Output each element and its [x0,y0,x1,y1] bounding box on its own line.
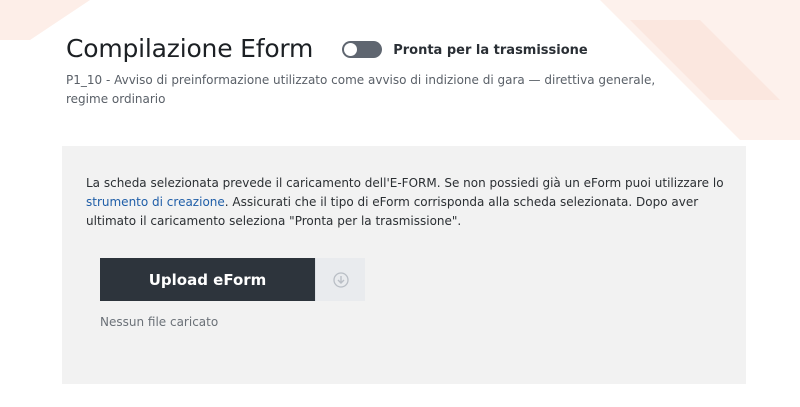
upload-notice: La scheda selezionata prevede il caricam… [86,174,726,231]
download-icon [332,271,349,288]
creation-tool-link[interactable]: strumento di creazione [86,195,225,209]
download-button[interactable] [315,258,365,301]
page-header: Compilazione Eform Pronta per la trasmis… [66,34,746,109]
title-row: Compilazione Eform Pronta per la trasmis… [66,34,746,63]
upload-panel: La scheda selezionata prevede il caricam… [62,146,746,384]
eform-page: Compilazione Eform Pronta per la trasmis… [0,0,800,407]
page-title: Compilazione Eform [66,34,314,63]
ready-toggle[interactable] [342,41,383,58]
ready-toggle-label: Pronta per la trasmissione [393,43,588,58]
upload-row: Upload eForm [100,258,365,301]
upload-eform-button[interactable]: Upload eForm [100,258,315,301]
notice-text-start: La scheda selezionata prevede il caricam… [86,176,724,190]
file-status: Nessun file caricato [100,315,219,329]
toggle-knob [344,43,358,56]
page-subtitle: P1_10 - Avviso di preinformazione utiliz… [66,73,656,106]
